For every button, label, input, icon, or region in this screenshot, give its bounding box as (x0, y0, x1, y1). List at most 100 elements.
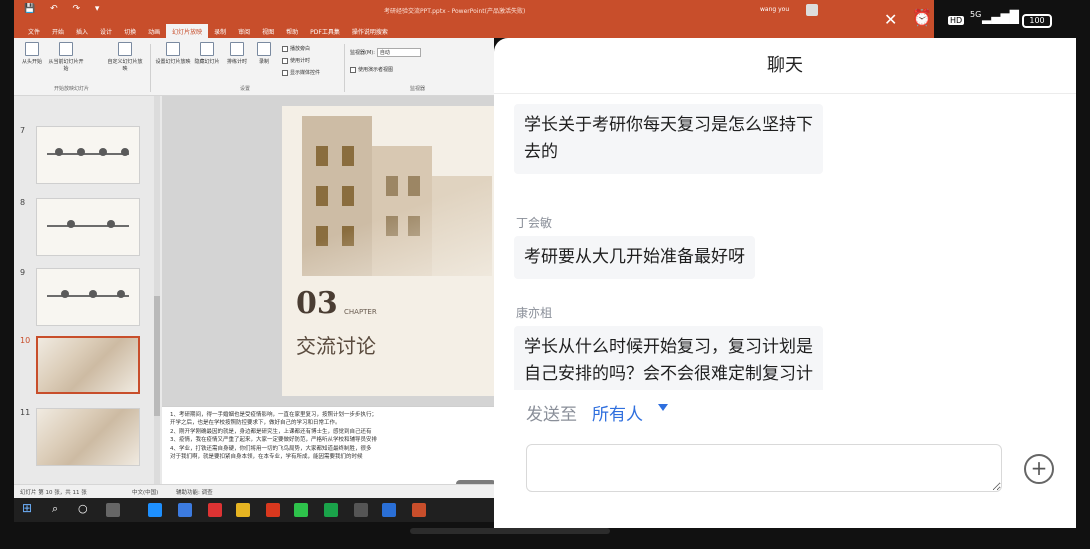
slide-thumbnail[interactable] (36, 198, 140, 256)
send-to-selector[interactable]: 所有人 (592, 400, 643, 425)
tab-pdf-tools[interactable]: PDF工具集 (304, 24, 346, 38)
chat-message: 学长关于考研你每天复习是怎么坚持下 去的 (514, 104, 823, 174)
slide-thumbnail-pane: 7 8 9 10 11 (14, 96, 162, 484)
network-type: 5G (970, 10, 982, 19)
ribbon-tabs: 文件 开始 插入 设计 切换 动画 幻灯片放映 录制 审阅 视图 帮助 PDF工… (22, 24, 394, 38)
note-line: 4、学业，打铁还需自身硬，你们将用一切的飞鸟局势，大家都知道最终制胜，很多 (170, 445, 372, 452)
slide-thumbnail[interactable] (36, 408, 140, 466)
section-number: 03 (296, 286, 338, 321)
folder-icon[interactable] (236, 503, 250, 517)
custom-show-icon (118, 42, 132, 56)
message-line: 自己安排的吗？会不会很难定制复习计 (524, 364, 813, 384)
task-view-icon[interactable]: ○ (78, 502, 88, 515)
search-icon[interactable]: ⌕ (52, 502, 58, 516)
taskbar-app-icon[interactable] (106, 503, 120, 517)
taskbar-app-icon[interactable] (382, 503, 396, 517)
slide-count-status: 幻灯片 第 10 张，共 11 张 (20, 490, 87, 496)
tab-review[interactable]: 审阅 (232, 24, 256, 38)
media-controls-checkbox[interactable]: 显示媒体控件 (282, 69, 320, 76)
taskbar-app-icon[interactable] (178, 503, 192, 517)
note-line: 2、刚开学刚确最因的就是，身边都是研究生，上课都还有博士生，感觉到自己还有 (170, 428, 372, 435)
monitor-select[interactable]: 监视器(M): 自动 (350, 48, 421, 57)
user-name: wang you (760, 6, 790, 13)
windows-start-icon[interactable]: ⊞ (22, 501, 32, 515)
play-icon (25, 42, 39, 56)
tab-insert[interactable]: 插入 (70, 24, 94, 38)
from-current-label: 从当前幻灯片开始 (48, 59, 84, 72)
custom-show-button[interactable]: 自定义幻灯片放映 (106, 42, 144, 72)
battery-icon: 100 (1022, 14, 1052, 28)
taskbar-app-icon[interactable] (208, 503, 222, 517)
tab-view[interactable]: 视图 (256, 24, 280, 38)
record-button[interactable]: 录制 (252, 42, 276, 65)
tell-me-search[interactable]: 操作说明搜索 (346, 24, 394, 38)
slide-thumbnail-selected[interactable] (36, 336, 140, 394)
timings-label: 使用计时 (290, 58, 311, 64)
windows-taskbar: ⊞ ⌕ ○ (14, 498, 494, 522)
language-status[interactable]: 中文(中国) (132, 488, 158, 496)
hide-slide-button[interactable]: 隐藏幻灯片 (192, 42, 222, 65)
powerpoint-icon[interactable] (412, 503, 426, 517)
custom-show-label: 自定义幻灯片放映 (107, 59, 143, 72)
timeline-dot (67, 220, 75, 228)
home-indicator[interactable] (410, 528, 610, 534)
edge-icon[interactable] (148, 503, 162, 517)
slide-thumbnail[interactable] (36, 126, 140, 184)
slide-thumbnail[interactable] (36, 268, 140, 326)
narration-label: 播放旁白 (290, 46, 311, 52)
setup-show-button[interactable]: 设置幻灯片放映 (154, 42, 192, 65)
current-slide[interactable]: 03 CHAPTER 交流讨论 (282, 106, 502, 396)
slide-number: 11 (20, 408, 31, 417)
tab-record[interactable]: 录制 (208, 24, 232, 38)
tab-slideshow[interactable]: 幻灯片放映 (166, 24, 209, 38)
message-sender: 丁会敏 (516, 216, 553, 230)
scrollbar-thumb[interactable] (154, 296, 160, 416)
tab-design[interactable]: 设计 (94, 24, 118, 38)
message-input[interactable] (526, 444, 1002, 492)
tab-help[interactable]: 帮助 (280, 24, 304, 38)
timeline-dot (121, 148, 129, 156)
narration-checkbox[interactable]: 播放旁白 (282, 45, 310, 52)
taskbar-app-icon[interactable] (354, 503, 368, 517)
chapter-label: CHAPTER (344, 308, 377, 316)
thumbnail-scrollbar[interactable] (154, 96, 160, 484)
slide-number: 7 (20, 126, 26, 135)
rehearse-label: 排练计时 (226, 59, 247, 65)
checkbox-icon (350, 66, 356, 73)
tab-file[interactable]: 文件 (22, 24, 46, 38)
device-status-bar: ✕ ⏰ HD 5G ▂▄▆█ 100 (884, 6, 1074, 42)
monitor-label: 监视器(M): (350, 50, 375, 56)
ribbon: 从头开始 从当前幻灯片开始 自定义幻灯片放映 开始放映幻灯片 设置幻灯片放映 隐… (14, 38, 494, 96)
accessibility-status[interactable]: 辅助功能: 调查 (176, 488, 213, 496)
note-line: 对于我们啊，就是要扣紧自身本领，在本专业，学有所成，能因需要我们的时候 (170, 454, 363, 461)
tab-transitions[interactable]: 切换 (118, 24, 142, 38)
alarm-icon: ⏰ (912, 8, 932, 27)
send-to-label: 发送至 (526, 405, 577, 425)
wechat-icon[interactable] (294, 503, 308, 517)
timeline-dot (77, 148, 85, 156)
ribbon-divider (150, 44, 151, 92)
avatar[interactable] (806, 4, 818, 16)
tab-animations[interactable]: 动画 (142, 24, 166, 38)
caret-down-icon[interactable] (658, 404, 668, 411)
timings-checkbox[interactable]: 使用计时 (282, 57, 310, 64)
quick-access-toolbar[interactable]: 💾 ↶ ↷ ▾ (24, 4, 105, 14)
from-start-button[interactable]: 从头开始 (18, 42, 46, 65)
taskbar-app-icon[interactable] (324, 503, 338, 517)
rehearse-button[interactable]: 排练计时 (222, 42, 252, 65)
note-line: 开学之后，也是在学校按照防控要求下，做好自己的学习和日常工作。 (170, 420, 341, 427)
wps-icon[interactable] (266, 503, 280, 517)
tab-home[interactable]: 开始 (46, 24, 70, 38)
speaker-notes[interactable]: 1、考研期间，得一手婚姻也是受疫情影响，一直在家里复习，按照计划一步步执行； 开… (162, 406, 494, 484)
mute-icon: ✕ (884, 10, 898, 29)
from-current-button[interactable]: 从当前幻灯片开始 (48, 42, 84, 72)
play-current-icon (59, 42, 73, 56)
timeline-dot (61, 290, 69, 298)
city-sketch-image (37, 409, 139, 465)
record-label: 录制 (258, 59, 269, 65)
hide-slide-icon (200, 42, 214, 56)
chat-messages[interactable]: 学长关于考研你每天复习是怎么坚持下 去的 丁会敏 考研要从大几开始准备最好呀 康… (494, 94, 1076, 390)
record-icon (257, 42, 271, 56)
plus-circle-icon[interactable]: + (1024, 454, 1054, 484)
presenter-view-checkbox[interactable]: 使用演示者视图 (350, 66, 393, 73)
